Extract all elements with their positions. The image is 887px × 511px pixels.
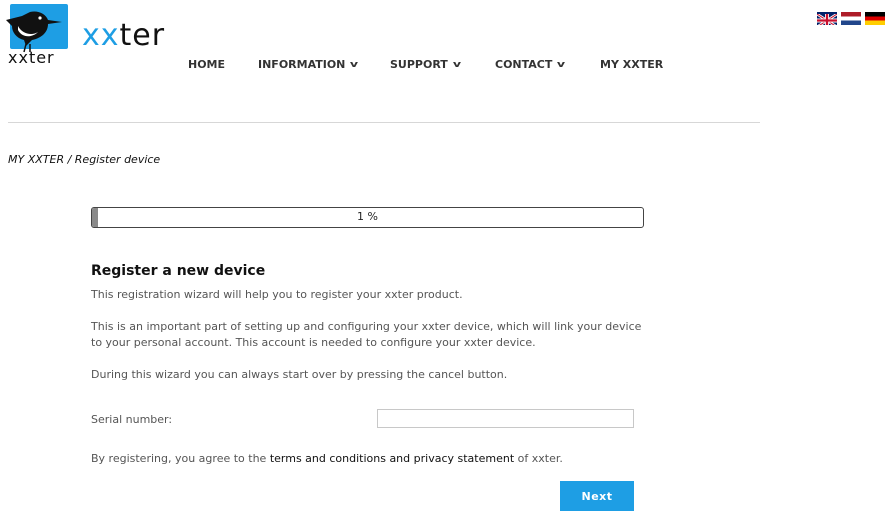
cancel-note: During this wizard you can always start … (91, 368, 508, 381)
nav-contact-label: CONTACT (495, 58, 553, 71)
page-title: Register a new device (91, 263, 266, 279)
main-nav: HOME INFORMATION v SUPPORT v CONTACT v M… (0, 58, 760, 78)
nav-support-label: SUPPORT (390, 58, 448, 71)
terms-suffix: of xxter. (517, 452, 563, 465)
terms-prefix: By registering, you agree to the (91, 452, 267, 465)
chevron-down-icon: v (557, 59, 566, 70)
terms-notice: By registering, you agree to the terms a… (91, 452, 563, 465)
nav-support[interactable]: SUPPORT v (390, 58, 461, 71)
nav-home-label: HOME (188, 58, 226, 71)
next-button[interactable]: Next (560, 481, 634, 511)
serial-number-label: Serial number: (91, 413, 173, 426)
logo-badge (6, 4, 68, 53)
logo-text: xxter (82, 18, 166, 53)
wizard-content: Register a new device This registration … (91, 263, 651, 399)
de-flag-icon[interactable] (865, 12, 885, 25)
chevron-down-icon: v (452, 59, 461, 70)
breadcrumb: MY XXTER / Register device (8, 153, 161, 166)
nav-information-label: INFORMATION (258, 58, 346, 71)
chevron-down-icon: v (350, 59, 359, 70)
important-text: This is an important part of setting up … (91, 320, 642, 349)
xxter-logo[interactable]: xxter xxter (6, 4, 176, 67)
nav-my-xxter[interactable]: MY XXTER (600, 58, 663, 71)
nav-home[interactable]: HOME (188, 58, 225, 71)
nav-my-xxter-label: MY XXTER (600, 58, 664, 71)
nav-contact[interactable]: CONTACT v (495, 58, 566, 71)
header-divider (8, 122, 760, 123)
nl-flag-icon[interactable] (841, 12, 861, 25)
language-switcher (817, 12, 885, 25)
intro-text: This registration wizard will help you t… (91, 288, 463, 301)
nav-information[interactable]: INFORMATION v (258, 58, 359, 71)
wizard-progress-bar: 1 % (91, 207, 644, 228)
progress-label: 1 % (357, 210, 378, 223)
serial-number-input[interactable] (377, 409, 634, 428)
uk-flag-icon[interactable] (817, 12, 837, 25)
terms-link[interactable]: terms and conditions and privacy stateme… (270, 452, 514, 465)
